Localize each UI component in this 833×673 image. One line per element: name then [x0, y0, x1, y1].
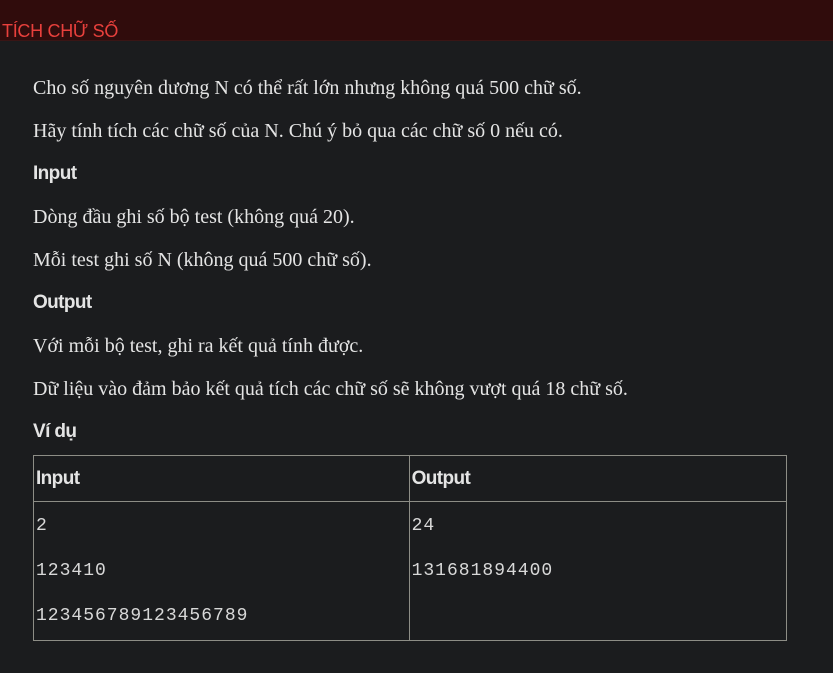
statement-paragraph-1: Cho số nguyên dương N có thể rất lớn như…	[33, 77, 582, 99]
example-table: Input Output 2 123410 123456789123456789…	[33, 455, 788, 641]
example-data-row: 2 123410 123456789123456789 24 131681894…	[33, 501, 788, 641]
output-paragraph-1: Với mỗi bộ test, ghi ra kết quả tính đượ…	[33, 335, 364, 357]
problem-page: TÍCH CHỮ SỐ Cho số nguyên dương N có thể…	[0, 0, 833, 673]
example-header-row: Input Output	[33, 455, 788, 502]
example-input-line: 123410	[36, 561, 107, 581]
example-input-header-label: Input	[36, 468, 80, 489]
input-paragraph-2: Mỗi test ghi số N (không quá 500 chữ số)…	[33, 249, 372, 271]
example-input-cell: 2 123410 123456789123456789	[33, 501, 410, 641]
example-input-header: Input	[33, 455, 410, 502]
example-output-line: 24	[411, 516, 436, 536]
input-paragraph-1: Dòng đầu ghi số bộ test (không quá 20).	[33, 206, 355, 228]
example-input-line: 2	[36, 516, 48, 536]
example-heading: Ví dụ	[33, 421, 77, 442]
problem-title: TÍCH CHỮ SỐ	[2, 21, 119, 41]
output-heading: Output	[33, 292, 92, 313]
statement-paragraph-2: Hãy tính tích các chữ số của N. Chú ý bỏ…	[33, 120, 563, 142]
example-output-line: 131681894400	[411, 561, 554, 581]
input-heading: Input	[33, 163, 77, 184]
example-input-line: 123456789123456789	[36, 606, 249, 626]
output-paragraph-2: Dữ liệu vào đảm bảo kết quả tích các chữ…	[33, 378, 628, 400]
example-output-header-label: Output	[411, 468, 471, 489]
title-bar: TÍCH CHỮ SỐ	[0, 0, 833, 41]
example-output-header: Output	[408, 455, 788, 502]
example-output-cell: 24 131681894400	[408, 501, 788, 641]
